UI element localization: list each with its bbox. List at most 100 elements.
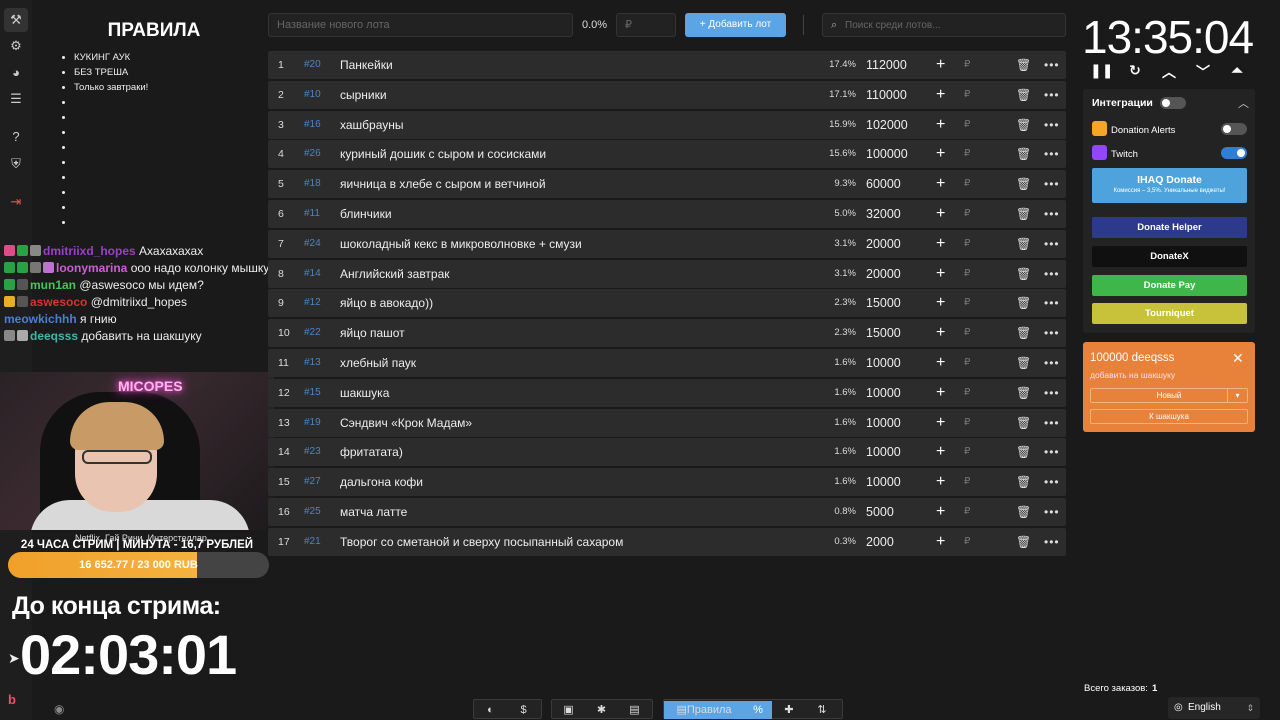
more-icon[interactable]: ••• [1044, 170, 1060, 198]
delete-icon[interactable]: 🗑 [1016, 140, 1031, 168]
lot-name[interactable]: дальгона кофи [340, 468, 423, 496]
lot-id[interactable]: #19 [304, 409, 321, 437]
lot-amount[interactable]: 10000 [866, 438, 901, 466]
lot-amount[interactable]: 100000 [866, 140, 908, 168]
add-lot-button[interactable]: + Добавить лот [685, 13, 786, 37]
lot-id[interactable]: #26 [304, 140, 321, 168]
donate-helper-button[interactable]: Donate Helper [1092, 217, 1247, 238]
lot-name[interactable]: Сэндвич «Крок Мадам» [340, 409, 472, 437]
lot-id[interactable]: #14 [304, 260, 321, 288]
delete-icon[interactable]: 🗑 [1016, 349, 1031, 377]
new-lot-amount-input[interactable] [616, 13, 676, 37]
donate-pay-button[interactable]: Donate Pay [1092, 275, 1247, 296]
delete-icon[interactable]: 🗑 [1016, 260, 1031, 288]
more-icon[interactable]: ••• [1044, 51, 1060, 79]
lot-amount[interactable]: 10000 [866, 379, 901, 407]
add-amount-button[interactable]: + [936, 468, 945, 496]
lot-id[interactable]: #16 [304, 111, 321, 139]
add-amount-button[interactable]: + [936, 289, 945, 317]
lot-amount[interactable]: 5000 [866, 498, 894, 526]
add-amount-button[interactable]: + [936, 349, 945, 377]
hammer-icon[interactable]: ⚒ [4, 8, 28, 32]
lot-amount[interactable]: 20000 [866, 260, 901, 288]
lot-id[interactable]: #11 [304, 200, 320, 228]
delete-icon[interactable]: 🗑 [1016, 230, 1031, 258]
lot-name[interactable]: яйцо в авокадо)) [340, 289, 433, 317]
dollar-icon[interactable]: $ [507, 701, 540, 719]
close-icon[interactable]: ✕ [1232, 350, 1244, 367]
help-icon[interactable]: ? [8, 129, 24, 145]
lot-id[interactable]: #13 [304, 349, 321, 377]
github-icon[interactable]: ◐ [474, 701, 507, 719]
lot-amount[interactable]: 60000 [866, 170, 901, 198]
add-amount-button[interactable]: + [936, 200, 945, 228]
lot-name[interactable]: матча латте [340, 498, 407, 526]
more-icon[interactable]: ••• [1044, 349, 1060, 377]
lot-name[interactable]: Творог со сметаной и сверху посыпанный с… [340, 528, 623, 556]
lot-id[interactable]: #23 [304, 438, 321, 466]
delete-icon[interactable]: 🗑 [1016, 111, 1031, 139]
rules-toggle[interactable]: ▤ Правила [664, 701, 744, 719]
lot-id[interactable]: #24 [304, 230, 321, 258]
gear-icon[interactable]: ⚙ [8, 38, 24, 54]
delete-icon[interactable]: 🗑 [1016, 498, 1031, 526]
language-select[interactable]: ◎ English ⇕ [1168, 697, 1260, 719]
lot-amount[interactable]: 110000 [866, 81, 907, 109]
pie-chart-icon[interactable]: ◕ [8, 65, 24, 81]
lot-name[interactable]: яичница в хлебе с сыром и ветчиной [340, 170, 546, 198]
collapse-icon[interactable]: ︿ [1238, 95, 1249, 111]
lot-name[interactable]: Английский завтрак [340, 260, 450, 288]
chevron-down-icon[interactable]: ▾ [1227, 389, 1247, 402]
more-icon[interactable]: ••• [1044, 498, 1060, 526]
donation-alerts-toggle[interactable] [1221, 123, 1247, 135]
layers-icon[interactable]: ☰ [8, 91, 24, 107]
delete-icon[interactable]: 🗑 [1016, 51, 1031, 79]
add-amount-button[interactable]: + [936, 379, 945, 407]
percent-toggle[interactable]: % [744, 701, 772, 719]
lot-amount[interactable]: 102000 [866, 111, 908, 139]
clear-icon[interactable]: ▤ [618, 701, 651, 719]
shield-icon[interactable]: ⛨ [8, 156, 24, 172]
more-icon[interactable]: ••• [1044, 289, 1060, 317]
lot-amount[interactable]: 32000 [866, 200, 901, 228]
more-icon[interactable]: ••• [1044, 111, 1060, 139]
lot-name[interactable]: шоколадный кекс в микроволновке + смузи [340, 230, 582, 258]
donatex-button[interactable]: DonateX [1092, 246, 1247, 267]
lot-id[interactable]: #22 [304, 319, 321, 347]
assign-to-lot-button[interactable]: К шакшука [1090, 409, 1248, 424]
lot-id[interactable]: #18 [304, 170, 321, 198]
lot-select[interactable]: Новый ▾ [1090, 388, 1248, 403]
delete-icon[interactable]: 🗑 [1016, 438, 1031, 466]
add-amount-button[interactable]: + [936, 81, 945, 109]
save-icon[interactable]: ▣ [552, 701, 585, 719]
add-amount-button[interactable]: + [936, 438, 945, 466]
lot-amount[interactable]: 20000 [866, 230, 901, 258]
lot-name[interactable]: сырники [340, 81, 387, 109]
add-amount-button[interactable]: + [936, 140, 945, 168]
add-amount-button[interactable]: + [936, 170, 945, 198]
pause-icon[interactable]: ❚❚ [1090, 62, 1113, 79]
lot-name[interactable]: хашбрауны [340, 111, 404, 139]
delete-icon[interactable]: 🗑 [1016, 379, 1031, 407]
lot-id[interactable]: #12 [304, 289, 321, 317]
add-amount-button[interactable]: + [936, 409, 945, 437]
compact-icon[interactable]: ✚ [772, 701, 806, 719]
lot-amount[interactable]: 112000 [866, 51, 907, 79]
lot-amount[interactable]: 10000 [866, 409, 901, 437]
more-icon[interactable]: ••• [1044, 409, 1060, 437]
more-icon[interactable]: ••• [1044, 230, 1060, 258]
more-icon[interactable]: ••• [1044, 81, 1060, 109]
lot-id[interactable]: #25 [304, 498, 321, 526]
logout-icon[interactable]: ⇥ [8, 194, 24, 210]
lot-amount[interactable]: 10000 [866, 349, 901, 377]
more-icon[interactable]: ••• [1044, 468, 1060, 496]
delete-icon[interactable]: 🗑 [1016, 319, 1031, 347]
bug-icon[interactable]: ✱ [585, 701, 618, 719]
lot-id[interactable]: #10 [304, 81, 321, 109]
add-amount-button[interactable]: + [936, 260, 945, 288]
lot-id[interactable]: #15 [304, 379, 321, 407]
lot-name[interactable]: фритатата) [340, 438, 403, 466]
lot-amount[interactable]: 15000 [866, 319, 901, 347]
lot-name[interactable]: шакшука [340, 379, 389, 407]
delete-icon[interactable]: 🗑 [1016, 468, 1031, 496]
